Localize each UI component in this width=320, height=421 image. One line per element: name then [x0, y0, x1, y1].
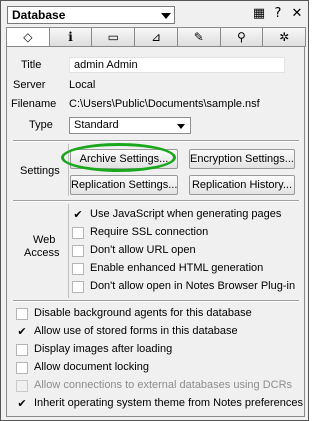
database-properties-window: Database ▦ ? ✕ ◇ i ▭ ⊿ ✎ ⚲ ✲ Title admin…: [0, 0, 309, 421]
checkbox-require-ssl[interactable]: [72, 227, 84, 239]
title-field[interactable]: admin Admin: [69, 57, 285, 73]
tab-strip: ◇ i ▭ ⊿ ✎ ⚲ ✲: [6, 27, 307, 48]
option-label: Inherit operating system theme from Note…: [34, 397, 304, 409]
type-select-value: Standard: [74, 119, 119, 131]
filename-value: C:\Users\Public\Documents\sample.nsf: [69, 98, 260, 110]
properties-type-label: Database: [12, 8, 66, 22]
divider: [13, 300, 299, 302]
title-bar: Database ▦ ? ✕: [2, 2, 307, 26]
option-label: Disable background agents for this datab…: [34, 307, 252, 319]
settings-label: Settings: [20, 165, 60, 177]
printer-icon: ▭: [107, 30, 119, 44]
close-icon[interactable]: ✕: [289, 6, 305, 22]
option-label: Enable enhanced HTML generation: [90, 262, 264, 274]
checkbox-inherit-os-theme[interactable]: ✔: [16, 398, 28, 410]
tab-basics[interactable]: ◇: [6, 27, 50, 48]
tab-info[interactable]: i: [48, 27, 93, 47]
type-label: Type: [29, 119, 53, 131]
option-label: Don't allow open in Notes Browser Plug-i…: [90, 280, 296, 292]
option-label: Display images after loading: [34, 343, 173, 355]
launch-icon: ✎: [193, 30, 204, 44]
tab-advanced[interactable]: ✲: [262, 27, 307, 47]
checkbox-enhanced-html[interactable]: [72, 263, 84, 275]
checkbox-no-browser-plugin[interactable]: [72, 281, 84, 293]
info-icon: i: [68, 30, 73, 44]
chevron-down-icon: [161, 13, 171, 19]
info-badge-icon: ◇: [23, 30, 33, 44]
highlight-ring: [61, 143, 176, 172]
server-label: Server: [13, 79, 46, 91]
encryption-settings-button[interactable]: Encryption Settings...: [189, 149, 295, 169]
chevron-down-icon: [177, 124, 185, 129]
checkbox-no-url-open[interactable]: [72, 245, 84, 257]
web-access-label-line1: Web: [33, 234, 56, 246]
basics-panel: Title admin Admin Server Local Filename …: [6, 46, 305, 417]
divider: [13, 140, 299, 142]
checkbox-document-locking[interactable]: [16, 362, 28, 374]
option-label: Use JavaScript when generating pages: [90, 208, 282, 220]
title-label: Title: [21, 59, 42, 71]
properties-type-selector[interactable]: Database: [7, 6, 175, 24]
tab-fulltext[interactable]: ⚲: [219, 27, 264, 47]
web-access-divider: [68, 204, 69, 298]
option-label: Require SSL connection: [90, 226, 209, 238]
option-label: Allow connections to external databases …: [34, 379, 293, 391]
checkbox-disable-agents[interactable]: [16, 308, 28, 320]
checkbox-use-javascript[interactable]: ✔: [72, 209, 84, 221]
tab-launch[interactable]: ✎: [176, 27, 221, 47]
checkbox-stored-forms[interactable]: ✔: [16, 326, 28, 338]
divider: [13, 200, 299, 202]
filename-label: Filename: [11, 98, 57, 110]
grid-icon[interactable]: ▦: [251, 6, 267, 22]
tab-print[interactable]: ▭: [91, 27, 136, 47]
checkbox-display-images[interactable]: [16, 344, 28, 356]
web-access-label-line2: Access: [24, 247, 60, 259]
replication-history-button[interactable]: Replication History...: [189, 175, 295, 195]
replication-settings-button[interactable]: Replication Settings...: [70, 175, 178, 195]
search-icon: ⚲: [237, 30, 246, 44]
help-icon[interactable]: ?: [270, 6, 286, 22]
tab-design[interactable]: ⊿: [134, 27, 178, 47]
server-value: Local: [69, 79, 96, 91]
design-icon: ⊿: [150, 30, 162, 44]
advanced-icon: ✲: [279, 30, 290, 44]
option-label: Allow document locking: [34, 361, 149, 373]
checkbox-dcr-connections: [16, 380, 28, 392]
type-select[interactable]: Standard: [69, 117, 191, 134]
option-label: Don't allow URL open: [90, 244, 196, 256]
option-label: Allow use of stored forms in this databa…: [34, 325, 238, 337]
